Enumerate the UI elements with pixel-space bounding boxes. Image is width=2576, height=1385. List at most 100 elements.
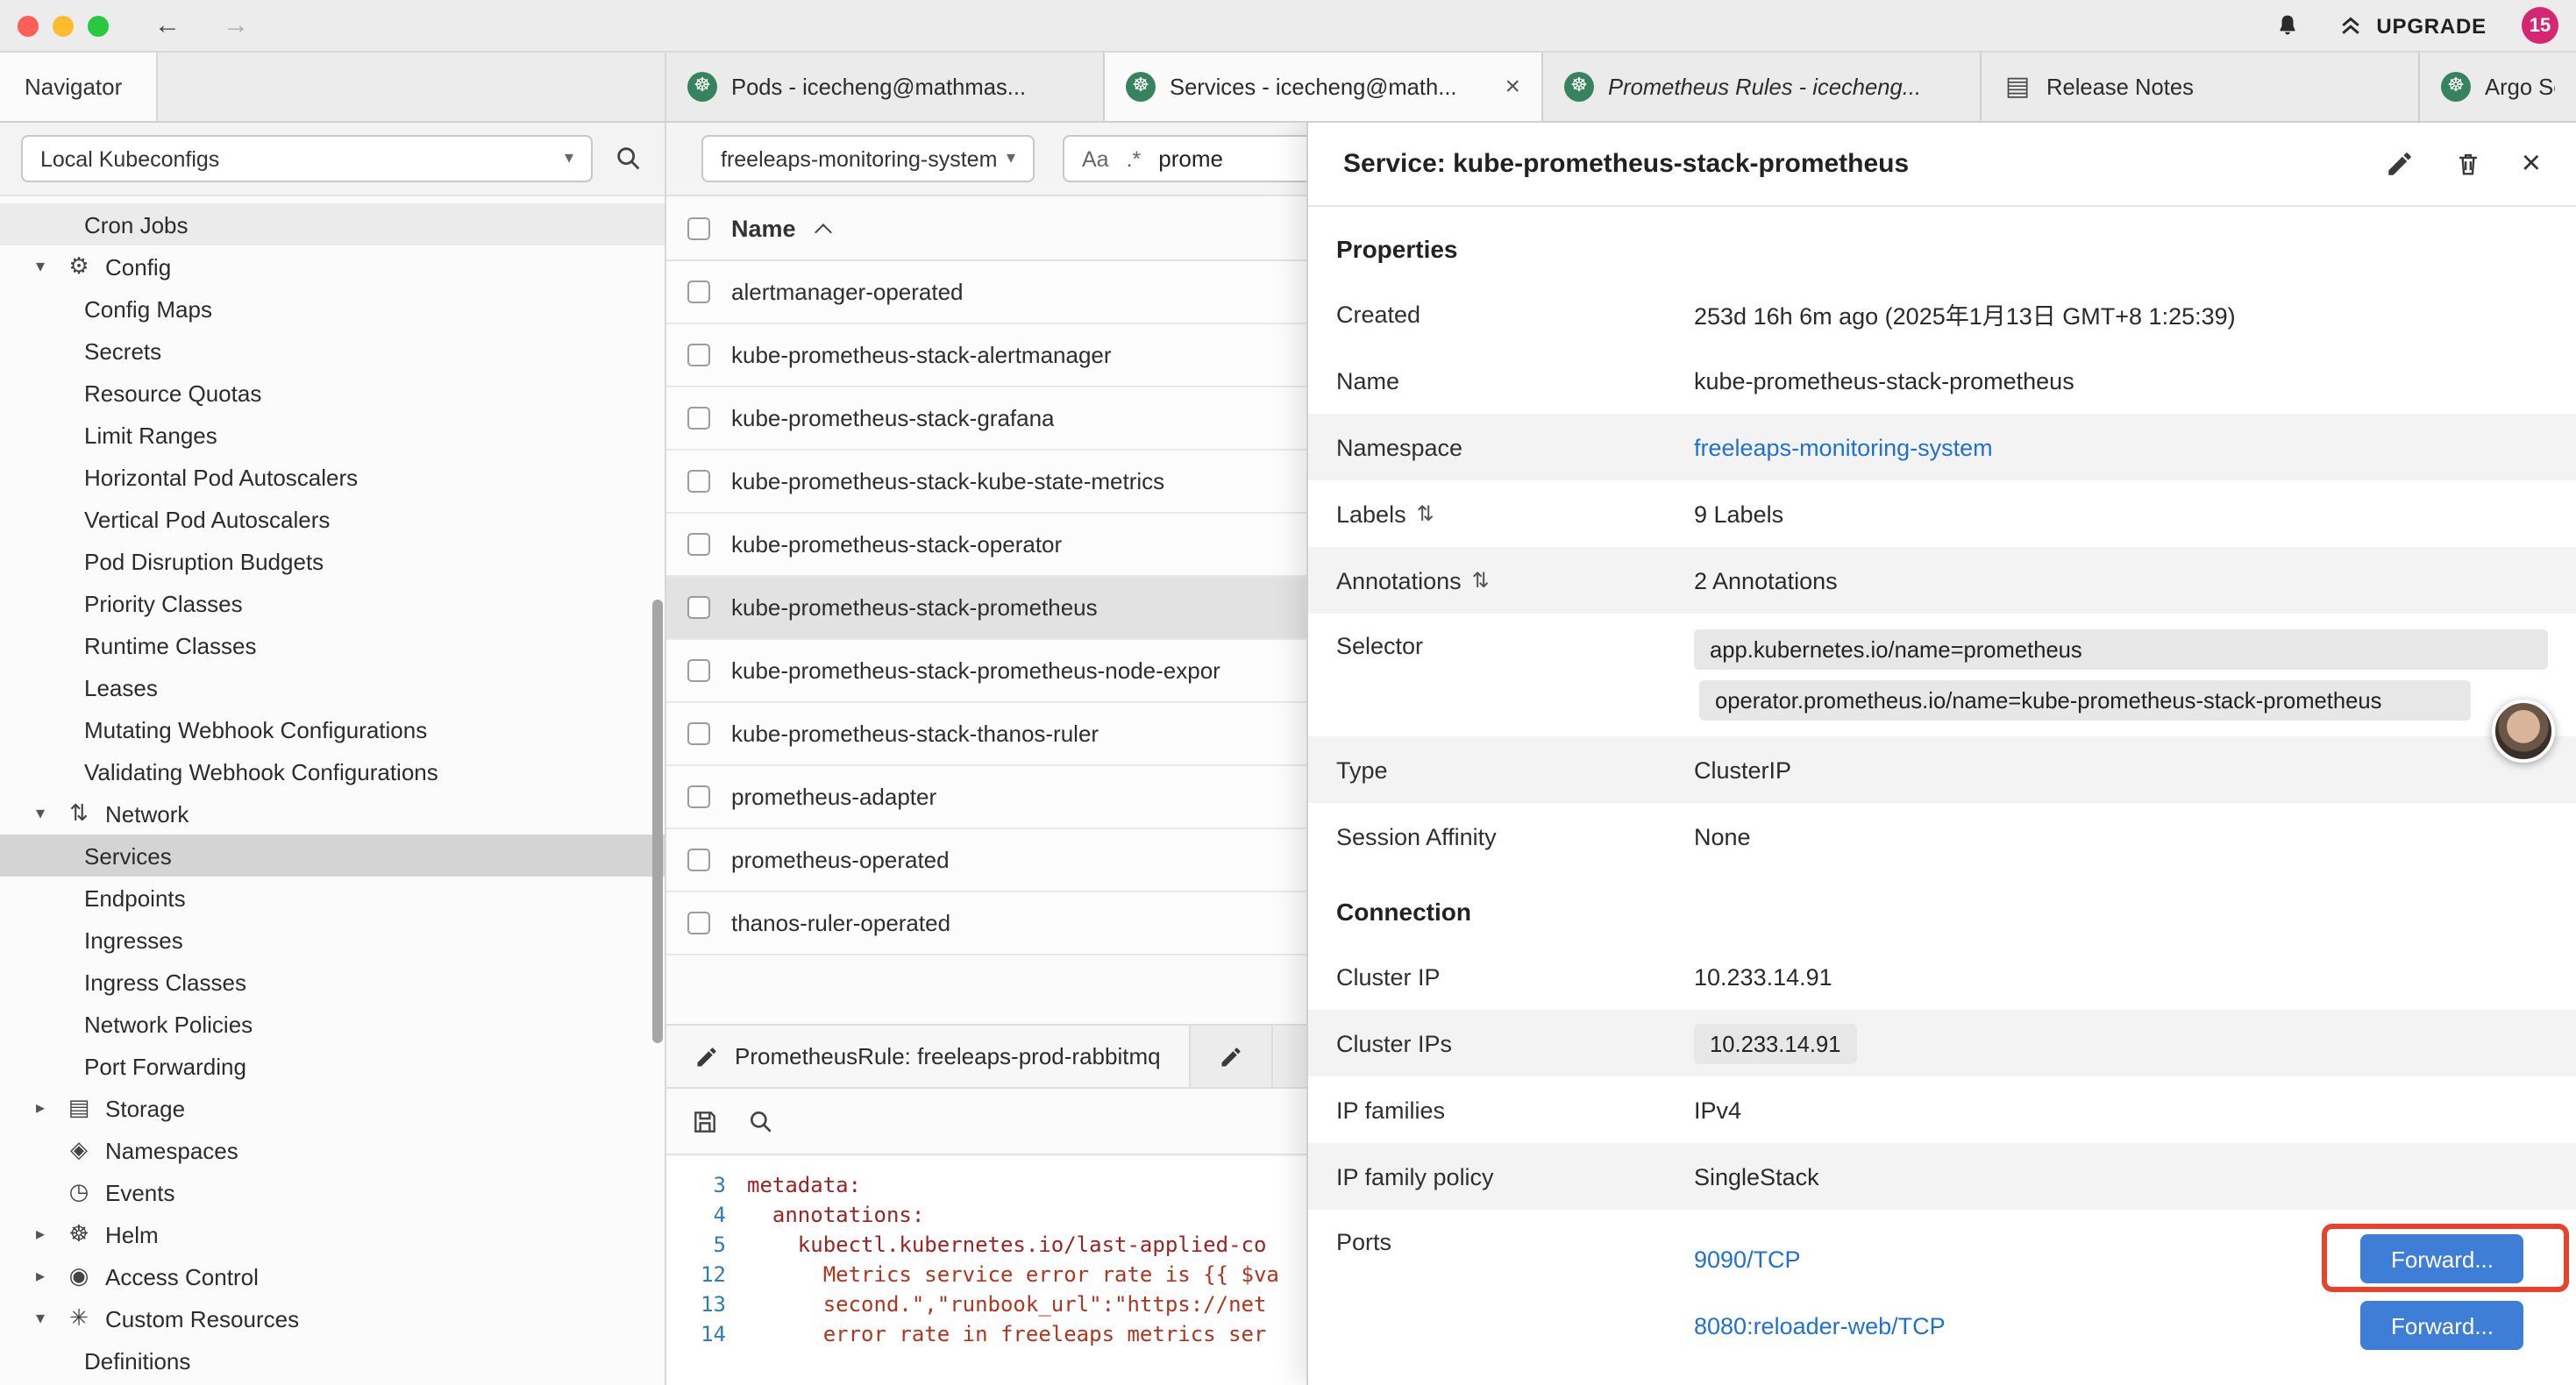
minimize-window-button[interactable] [53,15,74,36]
chevron-down-icon[interactable]: ▾ [28,1309,53,1328]
sidebar-item-ingresses[interactable]: Ingresses [0,919,665,961]
detail-label: Labels⇅ [1336,501,1694,527]
notification-count-badge[interactable]: 15 [2522,7,2558,44]
sidebar-item-events[interactable]: ◷Events [0,1171,665,1213]
resource-name: thanos-ruler-operated [731,910,950,936]
chevron-right-icon[interactable]: ▸ [28,1098,53,1118]
back-icon[interactable]: ← [154,11,181,40]
upgrade-label: UPGRADE [2376,13,2487,38]
sidebar-item-resource-quotas[interactable]: Resource Quotas [0,372,665,414]
row-checkbox[interactable] [687,407,710,430]
sidebar-item-config[interactable]: ▾⚙Config [0,245,665,288]
sidebar-search-icon[interactable] [614,144,644,174]
chevron-right-icon[interactable]: ▸ [28,1267,53,1286]
row-checkbox[interactable] [687,281,710,303]
detail-label: IP family policy [1336,1163,1694,1190]
sidebar-item-ingress-classes[interactable]: Ingress Classes [0,961,665,1003]
delete-icon[interactable] [2453,149,2483,179]
sidebar-item-port-forwarding[interactable]: Port Forwarding [0,1045,665,1087]
row-checkbox[interactable] [687,344,710,366]
sort-toggle-icon[interactable]: ⇅ [1472,568,1490,593]
row-checkbox[interactable] [687,722,710,745]
sidebar-item-vertical-pod-autoscalers[interactable]: Vertical Pod Autoscalers [0,498,665,540]
sidebar-item-validating-webhook-configurations[interactable]: Validating Webhook Configurations [0,750,665,792]
sidebar-item-runtime-classes[interactable]: Runtime Classes [0,624,665,666]
sidebar-item-namespaces[interactable]: ◈Namespaces [0,1129,665,1171]
port-link[interactable]: 8080:reloader-web/TCP [1694,1312,1946,1339]
detail-value: 253d 16h 6m ago (2025年1月13日 GMT+8 1:25:3… [1694,296,2548,331]
detail-row-ip-family-policy: IP family policySingleStack [1308,1143,2576,1210]
chevron-down-icon[interactable]: ▾ [28,804,53,823]
regex-toggle[interactable]: .* [1127,146,1142,171]
row-checkbox[interactable] [687,659,710,682]
tab-release-notes[interactable]: ▤Release Notes [1982,53,2420,121]
search-icon[interactable] [747,1107,775,1135]
sidebar-item-access-control[interactable]: ▸◉Access Control [0,1255,665,1297]
dock-tab-prometheusrule[interactable]: PrometheusRule: freeleaps-prod-rabbitmq [666,1026,1191,1087]
row-checkbox[interactable] [687,785,710,808]
sidebar-item-storage[interactable]: ▸▤Storage [0,1087,665,1129]
close-tab-icon[interactable]: × [1505,72,1520,102]
sidebar-item-network-policies[interactable]: Network Policies [0,1003,665,1045]
close-window-button[interactable] [18,15,39,36]
edit-icon[interactable] [2385,149,2415,179]
upgrade-button[interactable]: UPGRADE [2338,12,2487,39]
detail-label: Type [1336,756,1694,783]
zoom-window-button[interactable] [88,15,109,36]
select-all-checkbox[interactable] [687,217,710,239]
sidebar-item-network[interactable]: ▾⇅Network [0,792,665,835]
sidebar-item-leases[interactable]: Leases [0,666,665,708]
save-icon[interactable] [691,1107,719,1135]
sidebar-item-config-maps[interactable]: Config Maps [0,288,665,330]
sidebar-item-pod-disruption-budgets[interactable]: Pod Disruption Budgets [0,540,665,582]
namespace-link[interactable]: freeleaps-monitoring-system [1694,434,1993,460]
dock-tab-partial[interactable] [1191,1026,1273,1087]
tab-services-icecheng-math[interactable]: ☸Services - icecheng@math...× [1105,53,1543,121]
row-checkbox[interactable] [687,912,710,934]
sidebar-scrollbar[interactable] [652,600,663,1043]
sidebar-item-custom-resources[interactable]: ▾✳Custom Resources [0,1297,665,1339]
row-checkbox[interactable] [687,470,710,493]
row-checkbox[interactable] [687,849,710,871]
sort-toggle-icon[interactable]: ⇅ [1417,501,1434,526]
close-icon[interactable]: × [2522,145,2541,183]
tab-prometheus-rules-icecheng[interactable]: ☸Prometheus Rules - icecheng... [1543,53,1982,121]
kubeconfig-select[interactable]: Local Kubeconfigs ▾ [21,135,593,182]
titlebar-right: UPGRADE 15 [2273,7,2558,44]
tab-label: Release Notes [2046,74,2397,100]
sidebar-item-label: Vertical Pod Autoscalers [84,506,330,532]
assistant-avatar[interactable] [2492,700,2555,763]
row-checkbox[interactable] [687,596,710,619]
sidebar-item-priority-classes[interactable]: Priority Classes [0,582,665,624]
detail-value: app.kubernetes.io/name=prometheusoperato… [1694,629,2548,736]
forward-icon[interactable]: → [223,11,249,40]
namespace-select[interactable]: freeleaps-monitoring-system ▾ [701,135,1035,182]
sidebar-item-secrets[interactable]: Secrets [0,330,665,372]
sidebar-item-services[interactable]: Services [0,835,665,877]
chevron-right-icon[interactable]: ▸ [28,1225,53,1244]
sidebar-item-horizontal-pod-autoscalers[interactable]: Horizontal Pod Autoscalers [0,456,665,498]
tab-pods-icecheng-mathmas[interactable]: ☸Pods - icecheng@mathmas... [666,53,1105,121]
selector-chip: app.kubernetes.io/name=prometheus [1694,629,2548,670]
forward-button[interactable]: Forward... [2361,1301,2523,1350]
sidebar-item-cron-jobs[interactable]: Cron Jobs [0,203,665,245]
match-case-toggle[interactable]: Aa [1082,146,1109,171]
config-icon: ⚙ [63,252,95,281]
navigator-tab[interactable]: Navigator [0,53,158,121]
sidebar-item-limit-ranges[interactable]: Limit Ranges [0,414,665,456]
sidebar-item-definitions[interactable]: Definitions [0,1339,665,1381]
tab-argo-se[interactable]: ☸Argo Se [2420,53,2576,121]
sort-ascending-icon[interactable] [815,223,832,240]
port-link[interactable]: 9090/TCP [1694,1246,1801,1272]
sidebar-item-mutating-webhook-configurations[interactable]: Mutating Webhook Configurations [0,708,665,750]
forward-button[interactable]: Forward... [2361,1234,2523,1283]
name-column-header[interactable]: Name [731,215,796,241]
sidebar-item-helm[interactable]: ▸☸Helm [0,1213,665,1255]
detail-label: Created [1336,301,1694,327]
sidebar-item-endpoints[interactable]: Endpoints [0,877,665,919]
window-titlebar: ← → UPGRADE 15 [0,0,2576,53]
notifications-bell-icon[interactable] [2273,11,2302,40]
sidebar-item-label: Custom Resources [105,1305,299,1332]
chevron-down-icon[interactable]: ▾ [28,257,53,276]
row-checkbox[interactable] [687,533,710,556]
